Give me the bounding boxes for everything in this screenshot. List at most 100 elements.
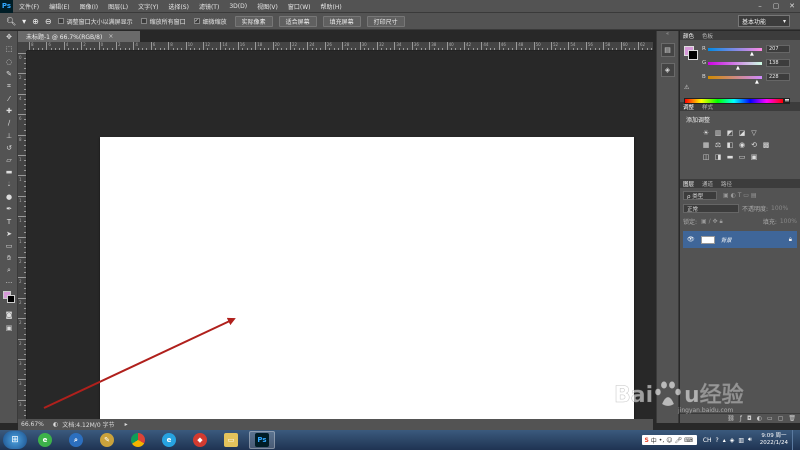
taskbar-app-photoshop[interactable]: Ps: [249, 431, 275, 449]
color-spectrum[interactable]: [684, 98, 784, 104]
channel-mixer-icon[interactable]: ⟲: [750, 141, 758, 149]
red-slider[interactable]: R ▲ 207: [702, 44, 796, 57]
blue-slider-track[interactable]: ▲: [708, 75, 762, 85]
black-white-ramp[interactable]: [784, 98, 790, 104]
zoom-in-icon[interactable]: ⊕: [32, 17, 39, 26]
folder-icon[interactable]: ▭: [767, 415, 773, 422]
quick-mask-icon[interactable]: ◙: [0, 309, 18, 321]
show-desktop-button[interactable]: [792, 430, 800, 450]
menu-filter[interactable]: 滤镜(T): [199, 2, 219, 11]
antivirus-icon[interactable]: ◈: [730, 437, 735, 444]
start-button[interactable]: ⊞: [3, 431, 27, 449]
lock-icon[interactable]: 🔒︎: [789, 236, 792, 244]
properties-panel-icon[interactable]: ◈: [660, 63, 675, 77]
maximize-icon[interactable]: ▢: [768, 0, 784, 13]
document-canvas[interactable]: [100, 137, 634, 435]
tray-expand-icon[interactable]: ▴: [723, 437, 726, 444]
volume-icon[interactable]: 🔊︎: [748, 436, 752, 444]
color-lookup-icon[interactable]: ▩: [762, 141, 770, 149]
menu-help[interactable]: 帮助(H): [321, 2, 342, 11]
background-color-swatch[interactable]: [688, 50, 698, 60]
eraser-tool-icon[interactable]: ▱: [0, 154, 18, 166]
layer-filter-icons[interactable]: ▣ ◐ T ▭ ▤: [723, 192, 757, 199]
collapse-icon[interactable]: «: [657, 31, 678, 37]
layer-name[interactable]: 背景: [721, 236, 732, 244]
zoom-out-icon[interactable]: ⊖: [45, 17, 52, 26]
zoom-all-windows-checkbox[interactable]: 缩放所有窗口: [140, 17, 186, 26]
vertical-ruler[interactable]: 0 2 4 6 8 1 1 1 1 1 2 2 2 2 2 3 3 3: [18, 51, 27, 419]
type-tool-icon[interactable]: T: [0, 215, 18, 227]
fill-input[interactable]: 100%: [780, 218, 797, 225]
share-icon[interactable]: ◐: [53, 421, 58, 428]
horizontal-ruler[interactable]: 8 6 4 2 0 2 4 6 8 10 12 14 16 18 20 22 24 26 28 30 32 34 36 38 4…: [27, 42, 653, 51]
dodge-tool-icon[interactable]: ●: [0, 191, 18, 203]
adjustment-layer-icon[interactable]: ◐: [757, 415, 762, 422]
close-icon[interactable]: ×: [108, 33, 113, 40]
exposure-icon[interactable]: ◪: [738, 129, 746, 137]
green-value-input[interactable]: 138: [766, 59, 790, 67]
canvas-workspace[interactable]: [27, 51, 653, 435]
fit-screen-button[interactable]: 适合屏幕: [278, 15, 317, 27]
play-icon[interactable]: ▸: [125, 421, 128, 428]
brightness-icon[interactable]: ☀: [702, 129, 710, 137]
hue-saturation-icon[interactable]: ▦: [702, 141, 710, 149]
new-layer-icon[interactable]: ▢: [778, 415, 784, 422]
curves-icon[interactable]: ◩: [726, 129, 734, 137]
dropdown-arrow-icon[interactable]: ▾: [22, 17, 26, 26]
print-size-button[interactable]: 打印尺寸: [366, 15, 405, 27]
screen-mode-icon[interactable]: ▣: [0, 322, 18, 334]
tab-channels[interactable]: 通道: [702, 180, 713, 188]
gradient-tool-icon[interactable]: ▬: [0, 166, 18, 178]
close-icon[interactable]: ✕: [784, 0, 800, 13]
eye-icon[interactable]: 👁︎: [687, 236, 695, 243]
slider-thumb-icon[interactable]: ▲: [736, 65, 740, 71]
levels-icon[interactable]: ▥: [714, 129, 722, 137]
history-brush-tool-icon[interactable]: ↺: [0, 142, 18, 154]
tab-layers[interactable]: 图层: [683, 180, 694, 188]
tab-color[interactable]: 颜色: [683, 32, 694, 40]
invert-icon[interactable]: ◫: [702, 153, 710, 161]
rectangle-tool-icon[interactable]: ▭: [0, 240, 18, 252]
zoom-tool-icon[interactable]: ⌕: [0, 265, 18, 277]
blue-value-input[interactable]: 228: [766, 73, 790, 81]
taskbar-app-tool[interactable]: ✎: [94, 431, 120, 449]
background-color-swatch[interactable]: [7, 295, 15, 304]
workspace-select[interactable]: 基本功能 ▾: [738, 15, 790, 27]
black-white-icon[interactable]: ◧: [726, 141, 734, 149]
healing-brush-tool-icon[interactable]: ✚: [0, 105, 18, 117]
eyedropper-tool-icon[interactable]: ⁄: [0, 92, 18, 104]
slider-thumb-icon[interactable]: ▲: [755, 79, 759, 85]
green-slider[interactable]: G ▲ 138: [702, 58, 796, 71]
path-select-tool-icon[interactable]: ➤: [0, 228, 18, 240]
clone-stamp-tool-icon[interactable]: ⊥: [0, 129, 18, 141]
green-slider-track[interactable]: ▲: [708, 61, 762, 71]
crop-tool-icon[interactable]: ⌗: [0, 80, 18, 92]
selective-color-icon[interactable]: ▣: [750, 153, 758, 161]
taskbar-app-chrome[interactable]: [125, 431, 151, 449]
red-slider-track[interactable]: ▲: [708, 47, 762, 57]
ime-toolbar[interactable]: S 中 •, ☺ 🎤︎ ⌨: [642, 435, 697, 445]
taskbar-app-browser-360[interactable]: e: [32, 431, 58, 449]
minimize-icon[interactable]: –: [752, 0, 768, 13]
blend-mode-select[interactable]: 正常: [683, 204, 739, 213]
menu-window[interactable]: 窗口(W): [288, 2, 311, 11]
zoom-tool-icon[interactable]: 🔍︎: [6, 17, 16, 26]
resize-windows-checkbox[interactable]: 调整窗口大小以满屏显示: [57, 17, 133, 26]
link-icon[interactable]: ⛓: [727, 415, 735, 422]
move-tool-icon[interactable]: ✥: [0, 31, 18, 43]
red-value-input[interactable]: 207: [766, 45, 790, 53]
blur-tool-icon[interactable]: 💧︎: [0, 179, 18, 191]
lasso-tool-icon[interactable]: ◌: [0, 56, 18, 68]
menu-image[interactable]: 图像(I): [80, 2, 98, 11]
trash-icon[interactable]: 🗑︎: [788, 415, 796, 422]
fx-icon[interactable]: ƒ: [740, 415, 742, 422]
warning-icon[interactable]: ⚠: [684, 84, 689, 91]
mask-icon[interactable]: ◘: [747, 415, 752, 422]
lock-icons[interactable]: ▣ ∕ ✥ 🔒︎: [701, 218, 723, 226]
taskbar-app-ie[interactable]: e: [156, 431, 182, 449]
menu-select[interactable]: 选择(S): [168, 2, 189, 11]
color-balance-icon[interactable]: ⚖: [714, 141, 722, 149]
marquee-tool-icon[interactable]: ⬚: [0, 43, 18, 55]
tab-paths[interactable]: 路径: [721, 180, 732, 188]
fill-screen-button[interactable]: 填充屏幕: [322, 15, 361, 27]
